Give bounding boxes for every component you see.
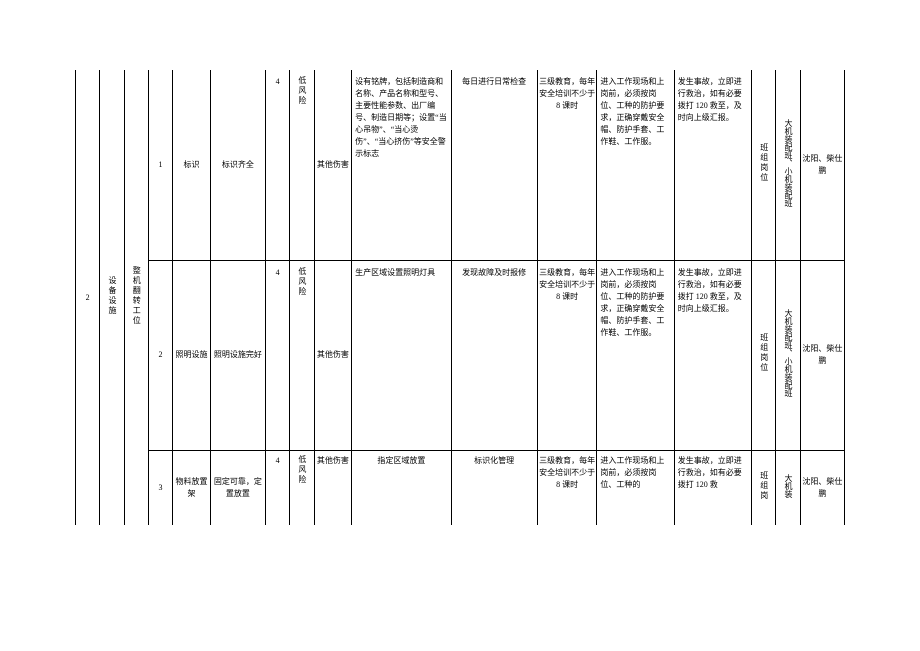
cell-req-1: 标识齐全 (210, 70, 265, 260)
cell-measure-1: 设有铭牌，包括制造商和名称、产品名称和型号、主要性能参数、出厂编号、制造日期等；… (352, 70, 451, 260)
cell-dept-3: 大机装 (776, 450, 800, 525)
cell-person-1: 沈阳、柴仕鹏 (800, 70, 844, 260)
cell-post-3: 班组岗 (752, 450, 776, 525)
cell-dept-1: 大机装配班、小机装配班 (776, 70, 800, 260)
cell-req-2: 照明设施完好 (210, 260, 265, 450)
cell-score-3: 4 (265, 450, 289, 525)
cell-emergency-1: 发生事故，立即进行救治，如有必要拨打 120 救至，及时向上级汇报。 (674, 70, 751, 260)
cell-person-3: 沈阳、柴仕鹏 (800, 450, 844, 525)
cell-protect-1: 进入工作现场和上岗前，必须按岗位、工种的防护要求，正确穿戴安全帽、防护手套、工作… (597, 70, 674, 260)
cell-dept-2: 大机装配班、小机装配班 (776, 260, 800, 450)
cell-seq: 2 (76, 70, 100, 525)
cell-risk-1: 低风险 (290, 70, 314, 260)
cell-item-2: 照明设施 (173, 260, 211, 450)
cell-idx-2: 2 (148, 260, 172, 450)
cell-category: 设备设施 (100, 70, 124, 525)
cell-idx-1: 1 (148, 70, 172, 260)
cell-idx-3: 3 (148, 450, 172, 525)
cell-hazard-3: 其他伤害 (314, 450, 352, 525)
cell-protect-3: 进入工作现场和上岗前，必须按岗位、工种的 (597, 450, 674, 525)
cell-measure-3: 指定区域放置 (352, 450, 451, 525)
cell-item-1: 标识 (173, 70, 211, 260)
cell-emergency-2: 发生事故，立即进行救治，如有必要拨打 120 救至，及时向上级汇报。 (674, 260, 751, 450)
cell-item-3: 物料放置架 (173, 450, 211, 525)
cell-req-3: 固定可靠，定置放置 (210, 450, 265, 525)
cell-post-1: 班组岗位 (752, 70, 776, 260)
cell-measure-2: 生产区域设置照明灯具 (352, 260, 451, 450)
cell-train-3: 三级教育，每年安全培训不少于 8 课时 (537, 450, 597, 525)
cell-protect-2: 进入工作现场和上岗前，必须按岗位、工种的防护要求，正确穿戴安全帽、防护手套、工作… (597, 260, 674, 450)
cell-person-2: 沈阳、柴仕鹏 (800, 260, 844, 450)
cell-check-3: 标识化管理 (451, 450, 537, 525)
cell-hazard-1: 其他伤害 (314, 70, 352, 260)
cell-check-2: 发现故障及时报修 (451, 260, 537, 450)
cell-risk-2: 低风险 (290, 260, 314, 450)
cell-score-2: 4 (265, 260, 289, 450)
cell-emergency-3: 发生事故，立即进行救治，如有必要拨打 120 救 (674, 450, 751, 525)
cell-score-1: 4 (265, 70, 289, 260)
cell-post-2: 班组岗位 (752, 260, 776, 450)
cell-hazard-2: 其他伤害 (314, 260, 352, 450)
cell-check-1: 每日进行日常检查 (451, 70, 537, 260)
cell-risk-3: 低风险 (290, 450, 314, 525)
cell-station: 整机翻转工位 (124, 70, 148, 525)
cell-train-2: 三级教育，每年安全培训不少于 8 课时 (537, 260, 597, 450)
cell-train-1: 三级教育，每年安全培训不少于 8 课时 (537, 70, 597, 260)
main-table: 2 设备设施 整机翻转工位 1 标识 标识齐全 4 低风险 其他伤害 设有铭牌，… (75, 70, 845, 525)
